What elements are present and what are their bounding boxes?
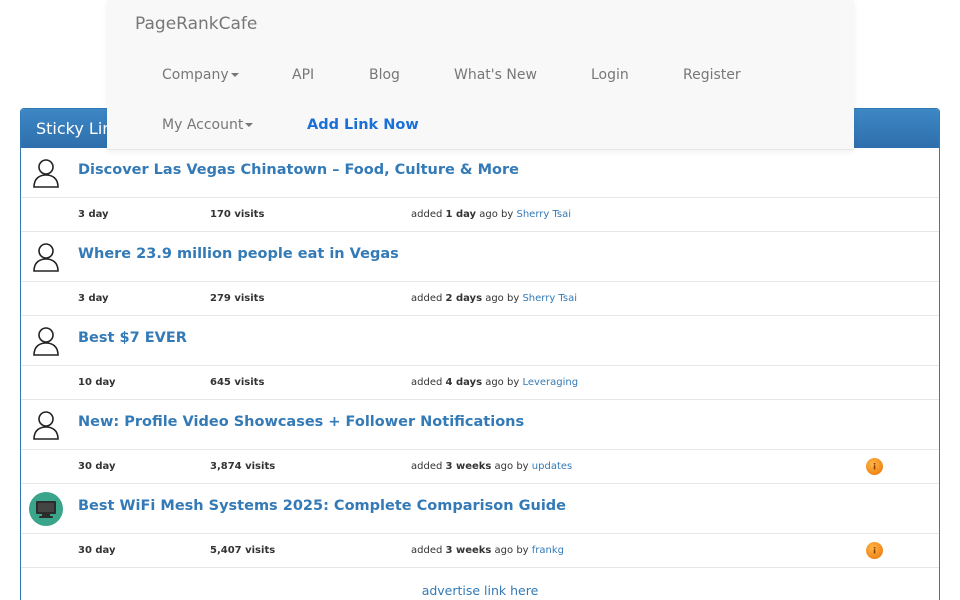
link-title[interactable]: Best WiFi Mesh Systems 2025: Complete Co… — [78, 498, 566, 514]
monitor-avatar-icon — [29, 492, 63, 526]
user-link[interactable]: Leveraging — [522, 377, 578, 388]
nav-company-dropdown[interactable]: Company — [162, 67, 239, 83]
person-outline-icon — [29, 156, 63, 190]
duration-label: 30 day — [78, 461, 116, 472]
nav-whats-new[interactable]: What's New — [454, 67, 537, 83]
coin-icon: ¡ — [866, 458, 883, 475]
nav-login[interactable]: Login — [591, 67, 629, 83]
person-outline-icon — [29, 408, 63, 442]
added-info: added 2 days ago by Sherry Tsai — [411, 293, 577, 304]
visits-count: 5,407 visits — [210, 545, 276, 556]
added-info: added 4 days ago by Leveraging — [411, 377, 579, 388]
visits-count: 3,874 visits — [210, 461, 276, 472]
sticky-links-panel: Sticky Links Discover Las Vegas Chinatow… — [20, 108, 940, 600]
user-link[interactable]: frankg — [532, 545, 564, 556]
caret-down-icon — [245, 123, 254, 127]
add-link-now-button[interactable]: Add Link Now — [307, 117, 419, 133]
duration-label: 3 day — [78, 293, 109, 304]
list-item: Where 23.9 million people eat in Vegas 3… — [21, 232, 939, 316]
nav-register[interactable]: Register — [683, 67, 741, 83]
added-info: added 1 day ago by Sherry Tsai — [411, 209, 572, 220]
user-link[interactable]: updates — [532, 461, 572, 472]
brand-logo-link[interactable]: PageRankCafe — [135, 14, 257, 34]
duration-label: 30 day — [78, 545, 116, 556]
link-title[interactable]: Discover Las Vegas Chinatown – Food, Cul… — [78, 162, 519, 178]
added-info: added 3 weeks ago by frankg — [411, 545, 565, 556]
visits-count: 279 visits — [210, 293, 265, 304]
list-item: New: Profile Video Showcases + Follower … — [21, 400, 939, 484]
person-outline-icon — [29, 240, 63, 274]
user-link[interactable]: Sherry Tsai — [522, 293, 577, 304]
list-item: Best WiFi Mesh Systems 2025: Complete Co… — [21, 484, 939, 568]
list-item: Best $7 EVER 10 day 645 visits added 4 d… — [21, 316, 939, 400]
added-info: added 3 weeks ago by updates — [411, 461, 573, 472]
nav-my-account-dropdown[interactable]: My Account — [162, 117, 254, 133]
visits-count: 645 visits — [210, 377, 265, 388]
link-title[interactable]: Best $7 EVER — [78, 330, 187, 346]
duration-label: 3 day — [78, 209, 109, 220]
nav-api[interactable]: API — [292, 67, 314, 83]
link-title[interactable]: New: Profile Video Showcases + Follower … — [78, 414, 524, 430]
coin-icon: ¡ — [866, 542, 883, 559]
advertise-link[interactable]: advertise link here — [21, 583, 939, 598]
visits-count: 170 visits — [210, 209, 265, 220]
nav-blog[interactable]: Blog — [369, 67, 400, 83]
person-outline-icon — [29, 324, 63, 358]
caret-down-icon — [230, 73, 239, 77]
user-link[interactable]: Sherry Tsai — [516, 209, 571, 220]
list-item: Discover Las Vegas Chinatown – Food, Cul… — [21, 148, 939, 232]
link-title[interactable]: Where 23.9 million people eat in Vegas — [78, 246, 399, 262]
navbar: PageRankCafe Company API Blog What's New… — [107, 0, 854, 150]
duration-label: 10 day — [78, 377, 116, 388]
